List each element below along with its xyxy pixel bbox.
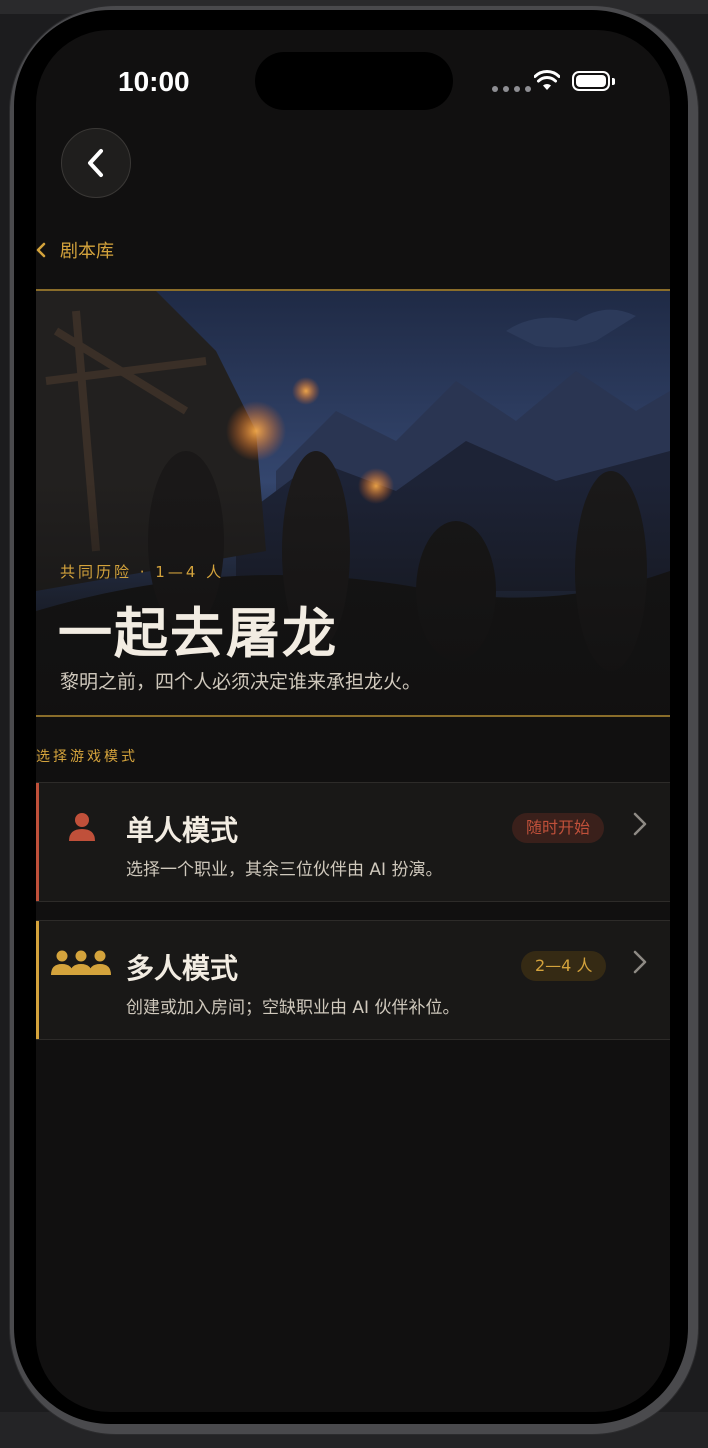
back-button[interactable] [61, 128, 131, 198]
chevron-right-icon [633, 950, 647, 974]
card-accent-bar [36, 783, 39, 901]
single-person-icon [69, 813, 95, 841]
chevron-left-icon [88, 149, 103, 177]
mode-title: 多人模式 [126, 952, 239, 985]
single-player-mode-card[interactable]: 单人模式 选择一个职业，其余三位伙伴由 AI 扮演。 随时开始 [36, 782, 670, 902]
app-screen: 10:00 剧本库 共同历险 · 1—4 人 一起去屠龙 黎明之前，四个人必须决… [36, 30, 670, 1412]
mode-description: 创建或加入房间；空缺职业由 AI 伙伴补位。 [126, 998, 460, 1018]
section-title: 选择游戏模式 [36, 749, 138, 765]
wifi-icon [534, 70, 560, 90]
chevron-left-small-icon [36, 242, 46, 258]
hero-tag: 共同历险 · 1—4 人 [60, 563, 225, 581]
mode-badge: 2—4 人 [521, 951, 607, 981]
hero-banner: 共同历险 · 1—4 人 一起去屠龙 黎明之前，四个人必须决定谁来承担龙火。 [36, 289, 670, 717]
battery-icon [572, 71, 610, 91]
battery-tip [612, 78, 615, 85]
breadcrumb-label: 剧本库 [60, 241, 114, 262]
breadcrumb-script-library[interactable]: 剧本库 [36, 236, 114, 264]
mode-badge: 随时开始 [512, 813, 605, 843]
mode-description: 选择一个职业，其余三位伙伴由 AI 扮演。 [126, 860, 443, 880]
cellular-signal-icon [492, 86, 531, 92]
dynamic-island [255, 52, 453, 110]
hero-title: 一起去屠龙 [58, 602, 338, 665]
mode-title: 单人模式 [126, 814, 239, 847]
chevron-right-icon [633, 812, 647, 836]
card-accent-bar [36, 921, 39, 1039]
hero-subtitle: 黎明之前，四个人必须决定谁来承担龙火。 [60, 671, 422, 693]
status-time: 10:00 [118, 66, 190, 97]
group-people-icon [51, 950, 111, 975]
multiplayer-mode-card[interactable]: 多人模式 创建或加入房间；空缺职业由 AI 伙伴补位。 2—4 人 [36, 920, 670, 1040]
